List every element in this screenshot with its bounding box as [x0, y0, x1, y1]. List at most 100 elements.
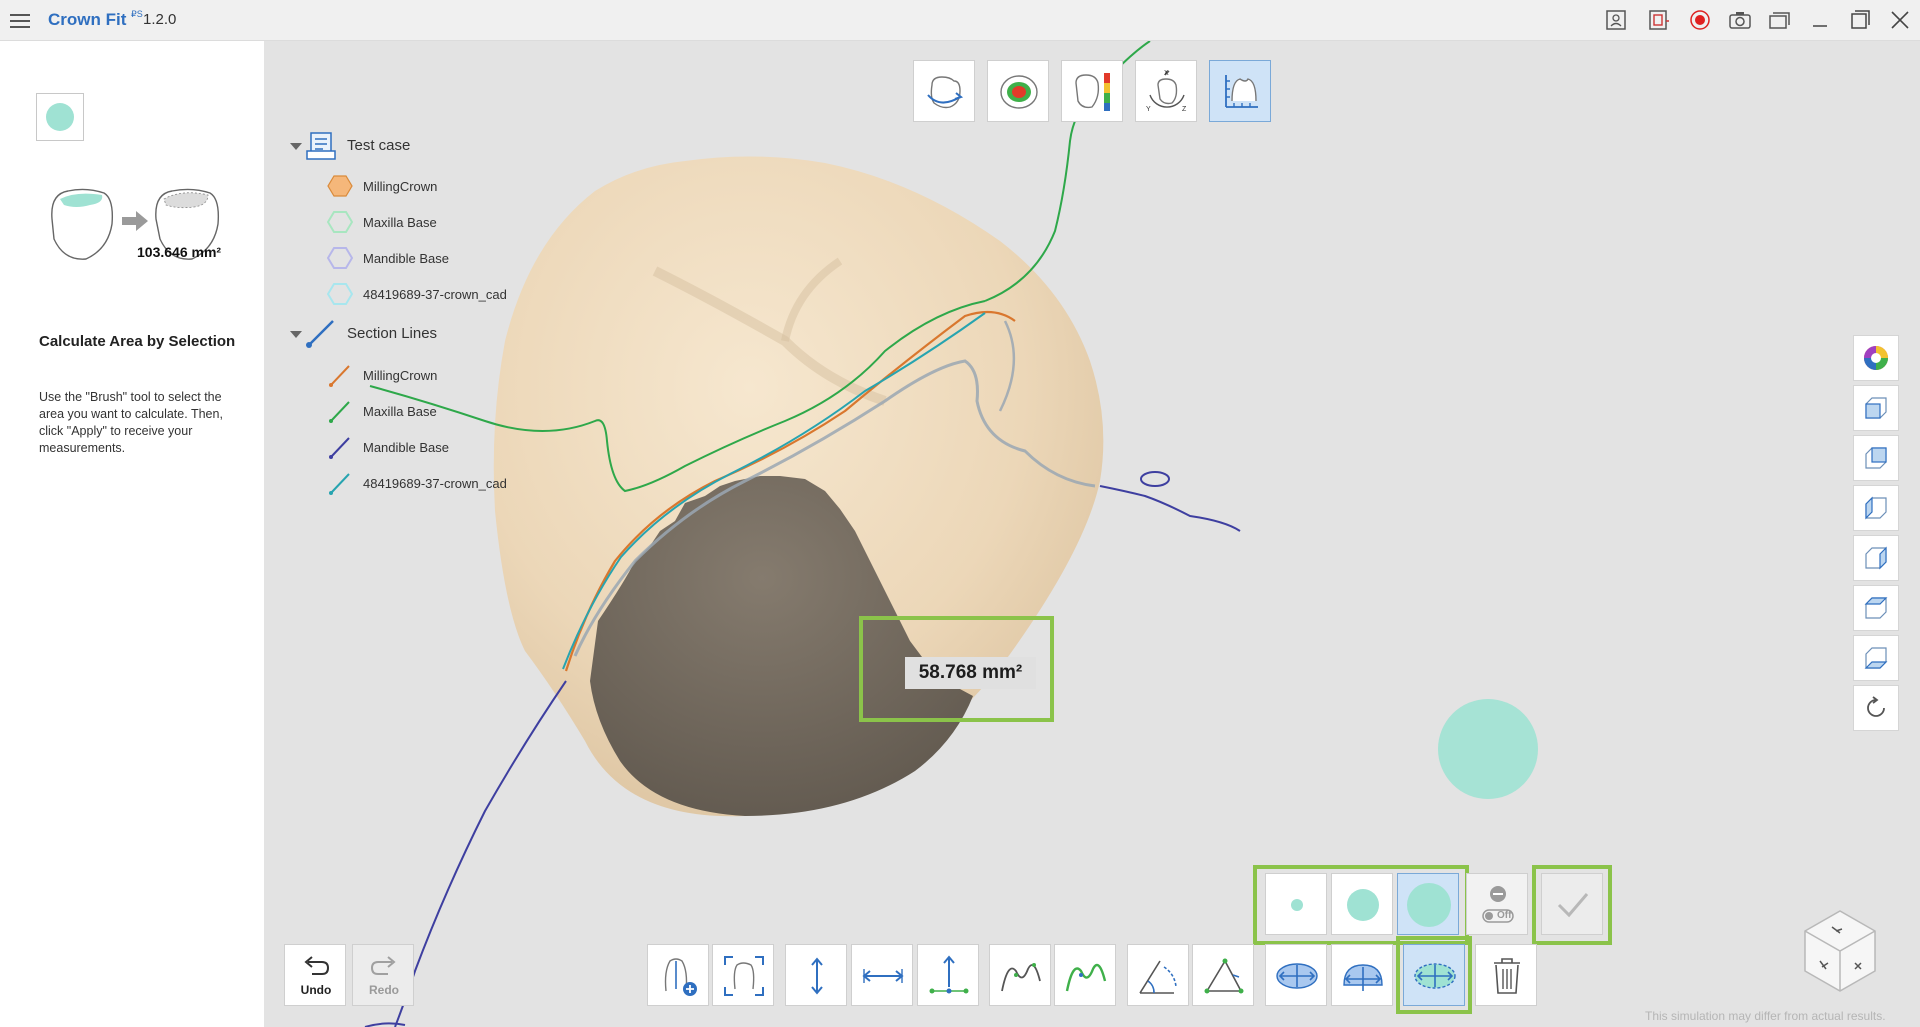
curve-fill-button[interactable]	[1054, 944, 1116, 1006]
export-icon[interactable]	[1647, 9, 1671, 31]
redo-label: Redo	[369, 983, 399, 997]
angle-button[interactable]	[1127, 944, 1189, 1006]
tree-group-label: Test case	[347, 136, 411, 154]
color-wheel-button[interactable]	[1853, 335, 1899, 381]
occlusion-map-button[interactable]	[987, 60, 1049, 122]
rotate-view-button[interactable]	[913, 60, 975, 122]
tree-item-mandible-base[interactable]: Mandible Base	[327, 244, 449, 272]
brush-size-medium-button[interactable]	[1331, 873, 1393, 935]
tree-item-section-millingcrown[interactable]: MillingCrown	[327, 361, 437, 389]
tree-group-section-lines[interactable]: Section Lines	[305, 319, 438, 348]
point-distance-button[interactable]	[917, 944, 979, 1006]
milling-crown-hexagon-icon	[327, 175, 353, 197]
measure-tool-button[interactable]	[1209, 60, 1271, 122]
top-view-button[interactable]	[1853, 585, 1899, 631]
tree-caret-test-case[interactable]	[290, 143, 302, 150]
footer-disclaimer: This simulation may differ from actual r…	[1645, 1009, 1886, 1023]
eraser-toggle-icon	[1482, 886, 1514, 923]
app-badge: ₽S	[131, 9, 143, 19]
record-icon[interactable]	[1688, 9, 1712, 31]
gallery-icon[interactable]	[1768, 9, 1792, 31]
tree-item-label: 48419689-37-crown_cad	[363, 286, 507, 302]
tree-item-section-crown-cad[interactable]: 48419689-37-crown_cad	[327, 469, 507, 497]
menu-icon[interactable]	[10, 11, 30, 29]
panel-description: Use the "Brush" tool to select the area …	[39, 390, 223, 455]
tree-group-test-case[interactable]: Test case	[305, 131, 411, 160]
section-line-teal-icon	[329, 473, 350, 495]
tree-item-section-maxilla[interactable]: Maxilla Base	[327, 397, 437, 425]
vertical-distance-icon	[811, 957, 823, 995]
tree-item-label: MillingCrown	[363, 178, 438, 194]
fit-frame-button[interactable]	[712, 944, 774, 1006]
tree-item-millingcrown[interactable]: MillingCrown	[327, 172, 437, 200]
axis-orientation-icon: X Y Z	[1146, 70, 1187, 113]
bottom-view-icon	[1864, 647, 1888, 669]
tree-group-label: Section Lines	[347, 324, 438, 342]
section-line-navy-icon	[329, 437, 350, 459]
3d-viewport[interactable]: 58.768 mm² Test case MillingCrown Maxill…	[265, 41, 1920, 1027]
svg-text:Y: Y	[1146, 106, 1151, 113]
triangle-angle-button[interactable]	[1192, 944, 1254, 1006]
undo-button[interactable]: Undo	[284, 944, 346, 1006]
undo-icon	[304, 956, 330, 975]
tree-item-label: Mandible Base	[363, 250, 449, 266]
redo-icon	[370, 956, 396, 975]
top-view-icon	[1864, 597, 1888, 619]
tree-item-label: Maxilla Base	[363, 214, 437, 230]
app-version: 1.2.0	[143, 11, 177, 28]
area-calculation-illustration	[51, 188, 220, 260]
brush-size-small-button[interactable]	[1265, 873, 1327, 935]
back-view-button[interactable]	[1853, 435, 1899, 481]
vertical-distance-button[interactable]	[785, 944, 847, 1006]
close-icon[interactable]	[1888, 9, 1912, 31]
measure-tool-icon	[1225, 75, 1258, 108]
area-brush-icon	[1343, 964, 1383, 991]
color-scale-icon	[1075, 73, 1110, 111]
eraser-toggle-label: Off	[1497, 910, 1512, 921]
svg-text:Z: Z	[1182, 106, 1187, 113]
tree-item-label: Maxilla Base	[363, 403, 437, 419]
area-select-icon	[1414, 963, 1456, 989]
bottom-view-button[interactable]	[1853, 635, 1899, 681]
brush-color-dot	[46, 103, 74, 131]
left-view-button[interactable]	[1853, 485, 1899, 531]
minimize-icon[interactable]	[1808, 9, 1832, 31]
axis-orientation-button[interactable]: X Y Z	[1135, 60, 1197, 122]
crown-3d-model[interactable]	[265, 41, 1920, 1027]
front-view-button[interactable]	[1853, 385, 1899, 431]
delete-button[interactable]	[1475, 944, 1537, 1006]
left-view-icon	[1865, 496, 1887, 520]
horizontal-distance-button[interactable]	[851, 944, 913, 1006]
area-select-button[interactable]	[1403, 944, 1465, 1006]
report-icon[interactable]	[1604, 9, 1628, 31]
add-margin-button[interactable]	[647, 944, 709, 1006]
horizontal-distance-icon	[862, 969, 904, 983]
app-name: Crown Fit	[48, 10, 127, 29]
apply-button[interactable]	[1541, 873, 1603, 935]
brush-swatch[interactable]	[36, 93, 84, 141]
curve-button[interactable]	[989, 944, 1051, 1006]
maximize-icon[interactable]	[1848, 9, 1872, 31]
tree-caret-section-lines[interactable]	[290, 331, 302, 338]
brush-cursor	[1438, 699, 1538, 799]
area-brush-button[interactable]	[1331, 944, 1393, 1006]
selected-area-label: 58.768 mm²	[905, 657, 1036, 689]
reset-view-icon	[1867, 696, 1885, 717]
rotate-view-icon	[927, 76, 964, 109]
tree-item-crown-cad[interactable]: 48419689-37-crown_cad	[327, 280, 507, 308]
camera-icon[interactable]	[1728, 9, 1752, 31]
reset-view-button[interactable]	[1853, 685, 1899, 731]
mandible-base-hexagon-icon	[327, 247, 353, 269]
tree-item-section-mandible[interactable]: Mandible Base	[327, 433, 449, 461]
right-view-button[interactable]	[1853, 535, 1899, 581]
point-distance-icon	[929, 955, 969, 994]
redo-button[interactable]: Redo	[352, 944, 414, 1006]
eraser-toggle-button[interactable]: Off	[1466, 873, 1528, 935]
brush-size-large-button[interactable]	[1397, 873, 1459, 935]
add-margin-icon	[664, 958, 697, 996]
fit-frame-icon	[724, 956, 764, 996]
tree-item-maxilla-base[interactable]: Maxilla Base	[327, 208, 437, 236]
section-lines-icon	[306, 320, 334, 348]
color-scale-button[interactable]	[1061, 60, 1123, 122]
area-ellipse-button[interactable]	[1265, 944, 1327, 1006]
